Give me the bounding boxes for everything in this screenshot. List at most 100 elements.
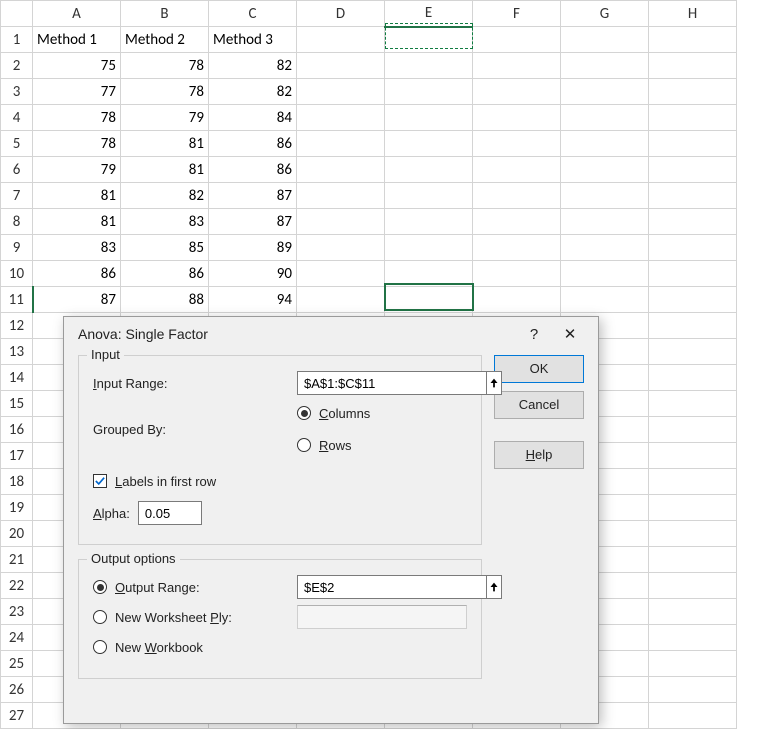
alpha-field[interactable] xyxy=(138,501,202,525)
row-hdr-13[interactable]: 13 xyxy=(1,339,33,365)
cell-C8[interactable]: 87 xyxy=(209,209,297,235)
row-hdr-14[interactable]: 14 xyxy=(1,365,33,391)
worksheet-ply-field[interactable] xyxy=(297,605,467,629)
cell-B11[interactable]: 88 xyxy=(121,287,209,313)
cell-A10[interactable]: 86 xyxy=(33,261,121,287)
cell-C1[interactable]: Method 3 xyxy=(209,27,297,53)
cell-C4[interactable]: 84 xyxy=(209,105,297,131)
labels-first-row-checkbox[interactable]: Labels in first row xyxy=(93,474,216,489)
row-hdr-8[interactable]: 8 xyxy=(1,209,33,235)
cell-F4[interactable] xyxy=(473,105,561,131)
cell-E8[interactable] xyxy=(385,209,473,235)
cell-H3[interactable] xyxy=(649,79,737,105)
cell-B2[interactable]: 78 xyxy=(121,53,209,79)
cell-E5[interactable] xyxy=(385,131,473,157)
row-hdr-26[interactable]: 26 xyxy=(1,677,33,703)
cell-C10[interactable]: 90 xyxy=(209,261,297,287)
col-hdr-B[interactable]: B xyxy=(121,1,209,27)
cell-H26[interactable] xyxy=(649,677,737,703)
row-hdr-23[interactable]: 23 xyxy=(1,599,33,625)
cell-E11[interactable] xyxy=(385,287,473,313)
cell-F11[interactable] xyxy=(473,287,561,313)
col-hdr-F[interactable]: F xyxy=(473,1,561,27)
cell-G10[interactable] xyxy=(561,261,649,287)
cell-A2[interactable]: 75 xyxy=(33,53,121,79)
row-hdr-10[interactable]: 10 xyxy=(1,261,33,287)
radio-new-worksheet-ply[interactable]: New Worksheet Ply: xyxy=(93,610,297,625)
close-icon[interactable]: ✕ xyxy=(552,325,588,343)
cell-D7[interactable] xyxy=(297,183,385,209)
cell-H9[interactable] xyxy=(649,235,737,261)
cancel-button[interactable]: Cancel xyxy=(494,391,584,419)
cell-C9[interactable]: 89 xyxy=(209,235,297,261)
cell-F3[interactable] xyxy=(473,79,561,105)
cell-G7[interactable] xyxy=(561,183,649,209)
cell-C6[interactable]: 86 xyxy=(209,157,297,183)
radio-columns[interactable]: Columns xyxy=(297,400,370,426)
cell-F8[interactable] xyxy=(473,209,561,235)
cell-H14[interactable] xyxy=(649,365,737,391)
row-hdr-27[interactable]: 27 xyxy=(1,703,33,729)
cell-C3[interactable]: 82 xyxy=(209,79,297,105)
cell-H15[interactable] xyxy=(649,391,737,417)
cell-D8[interactable] xyxy=(297,209,385,235)
row-hdr-15[interactable]: 15 xyxy=(1,391,33,417)
row-hdr-12[interactable]: 12 xyxy=(1,313,33,339)
cell-H16[interactable] xyxy=(649,417,737,443)
cell-B5[interactable]: 81 xyxy=(121,131,209,157)
cell-H12[interactable] xyxy=(649,313,737,339)
cell-G8[interactable] xyxy=(561,209,649,235)
help-button[interactable]: Help xyxy=(494,441,584,469)
cell-D4[interactable] xyxy=(297,105,385,131)
radio-rows[interactable]: Rows xyxy=(297,432,370,458)
cell-B9[interactable]: 85 xyxy=(121,235,209,261)
row-hdr-1[interactable]: 1 xyxy=(1,27,33,53)
cell-H19[interactable] xyxy=(649,495,737,521)
cell-H27[interactable] xyxy=(649,703,737,729)
cell-H2[interactable] xyxy=(649,53,737,79)
col-hdr-A[interactable]: A xyxy=(33,1,121,27)
cell-A5[interactable]: 78 xyxy=(33,131,121,157)
cell-B3[interactable]: 78 xyxy=(121,79,209,105)
cell-B8[interactable]: 83 xyxy=(121,209,209,235)
row-hdr-11[interactable]: 11 xyxy=(1,287,33,313)
cell-H21[interactable] xyxy=(649,547,737,573)
cell-C5[interactable]: 86 xyxy=(209,131,297,157)
cell-H17[interactable] xyxy=(649,443,737,469)
cell-H4[interactable] xyxy=(649,105,737,131)
cell-H1[interactable] xyxy=(649,27,737,53)
row-hdr-19[interactable]: 19 xyxy=(1,495,33,521)
cell-A7[interactable]: 81 xyxy=(33,183,121,209)
cell-B7[interactable]: 82 xyxy=(121,183,209,209)
cell-C2[interactable]: 82 xyxy=(209,53,297,79)
cell-D1[interactable] xyxy=(297,27,385,53)
cell-A11[interactable]: 87 xyxy=(33,287,121,313)
cell-H25[interactable] xyxy=(649,651,737,677)
cell-F2[interactable] xyxy=(473,53,561,79)
cell-H8[interactable] xyxy=(649,209,737,235)
cell-E9[interactable] xyxy=(385,235,473,261)
cell-E6[interactable] xyxy=(385,157,473,183)
cell-E3[interactable] xyxy=(385,79,473,105)
col-hdr-H[interactable]: H xyxy=(649,1,737,27)
cell-G4[interactable] xyxy=(561,105,649,131)
cell-F1[interactable] xyxy=(473,27,561,53)
cell-B6[interactable]: 81 xyxy=(121,157,209,183)
row-hdr-18[interactable]: 18 xyxy=(1,469,33,495)
cell-E2[interactable] xyxy=(385,53,473,79)
cell-H18[interactable] xyxy=(649,469,737,495)
cell-E7[interactable] xyxy=(385,183,473,209)
cell-C7[interactable]: 87 xyxy=(209,183,297,209)
cell-A1[interactable]: Method 1 xyxy=(33,27,121,53)
cell-D6[interactable] xyxy=(297,157,385,183)
cell-F5[interactable] xyxy=(473,131,561,157)
cell-E10[interactable] xyxy=(385,261,473,287)
cell-D5[interactable] xyxy=(297,131,385,157)
cell-F10[interactable] xyxy=(473,261,561,287)
cell-A4[interactable]: 78 xyxy=(33,105,121,131)
cell-C11[interactable]: 94 xyxy=(209,287,297,313)
row-hdr-3[interactable]: 3 xyxy=(1,79,33,105)
row-hdr-25[interactable]: 25 xyxy=(1,651,33,677)
cell-D11[interactable] xyxy=(297,287,385,313)
row-hdr-20[interactable]: 20 xyxy=(1,521,33,547)
